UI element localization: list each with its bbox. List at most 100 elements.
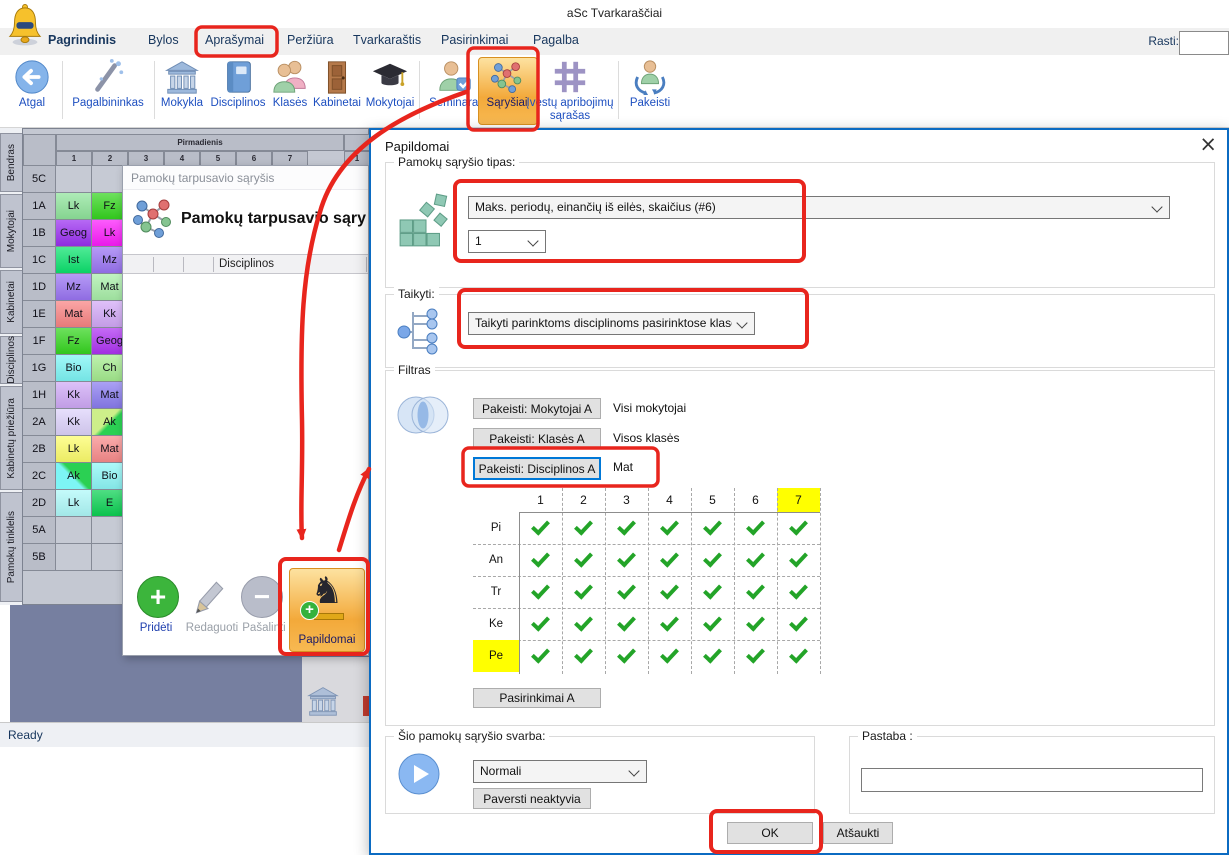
menu-item[interactable]: Aprašymai bbox=[205, 33, 264, 47]
schedule-cell[interactable]: Ak bbox=[56, 463, 92, 490]
note-input[interactable] bbox=[861, 768, 1203, 792]
menu-item[interactable]: Tvarkaraštis bbox=[353, 33, 421, 47]
grid-check-cell[interactable] bbox=[691, 544, 734, 576]
menu-item[interactable]: Pagrindinis bbox=[48, 33, 116, 47]
network-icon bbox=[488, 58, 526, 96]
deactivate-button[interactable]: Paversti neaktyvia bbox=[473, 788, 591, 809]
redaguoti-button bbox=[187, 576, 229, 618]
menu-item[interactable]: Pasirinkimai bbox=[441, 33, 508, 47]
grid-check-cell[interactable] bbox=[562, 544, 605, 576]
toolbar-button-hash[interactable]: Įvestų apribojimų sąrašas bbox=[525, 56, 615, 123]
check-icon bbox=[746, 580, 765, 600]
grid-check-cell[interactable] bbox=[648, 576, 691, 608]
schedule-cell[interactable]: Lk bbox=[56, 193, 92, 220]
toolbar-button-swap[interactable]: Pakeisti bbox=[605, 56, 695, 110]
side-tab-4[interactable]: Disciplinos bbox=[0, 336, 23, 384]
filter-change-button-3[interactable]: Pakeisti: Disciplinos A bbox=[473, 457, 601, 480]
grid-check-cell[interactable] bbox=[605, 576, 648, 608]
grid-check-cell[interactable] bbox=[734, 544, 777, 576]
search-input[interactable] bbox=[1179, 31, 1229, 55]
grid-check-cell[interactable] bbox=[648, 544, 691, 576]
grid-check-cell[interactable] bbox=[734, 512, 777, 544]
filter-change-button-2[interactable]: Pakeisti: Klasės A bbox=[473, 428, 601, 449]
grid-check-cell[interactable] bbox=[648, 640, 691, 672]
schedule-cell[interactable]: Fz bbox=[56, 328, 92, 355]
grid-check-cell[interactable] bbox=[605, 512, 648, 544]
schedule-cell[interactable]: Lk bbox=[56, 490, 92, 517]
grid-check-cell[interactable] bbox=[777, 608, 820, 640]
menu-item[interactable]: Bylos bbox=[148, 33, 179, 47]
grid-check-cell[interactable] bbox=[519, 576, 562, 608]
schedule-cell[interactable]: Geog bbox=[56, 220, 92, 247]
schedule-cell[interactable]: Lk bbox=[56, 436, 92, 463]
pridėti-button[interactable]: + bbox=[137, 576, 179, 618]
schedule-cell[interactable]: Kk bbox=[56, 409, 92, 436]
check-icon bbox=[531, 548, 550, 568]
grid-check-cell[interactable] bbox=[777, 576, 820, 608]
schedule-row-header: 1G bbox=[23, 355, 56, 382]
period-header: 5 bbox=[200, 151, 236, 166]
side-tab-5[interactable]: Kabinetų priežiūra bbox=[0, 386, 23, 490]
period-header: 7 bbox=[272, 151, 308, 166]
grid-check-cell[interactable] bbox=[691, 576, 734, 608]
grid-check-cell[interactable] bbox=[605, 640, 648, 672]
note-group-label: Pastaba : bbox=[858, 729, 917, 743]
schedule-cell[interactable] bbox=[56, 166, 92, 193]
close-icon[interactable]: × bbox=[1199, 132, 1217, 156]
schedule-cell[interactable]: Bio bbox=[56, 355, 92, 382]
schedule-cell[interactable]: Ist bbox=[56, 247, 92, 274]
status-bar: Ready bbox=[0, 722, 369, 747]
menu-item[interactable]: Peržiūra bbox=[287, 33, 334, 47]
schedule-row-header: 5A bbox=[23, 517, 56, 544]
relations-button-label: Pašalinti bbox=[242, 622, 286, 634]
grid-check-cell[interactable] bbox=[648, 512, 691, 544]
grid-check-cell[interactable] bbox=[562, 512, 605, 544]
side-tab-3[interactable]: Kabinetai bbox=[0, 270, 23, 334]
options-a-button[interactable]: Pasirinkimai A bbox=[473, 688, 601, 708]
side-tab-1[interactable]: Bendras bbox=[0, 133, 23, 192]
grid-check-cell[interactable] bbox=[519, 544, 562, 576]
grid-check-cell[interactable] bbox=[519, 608, 562, 640]
grid-check-cell[interactable] bbox=[691, 640, 734, 672]
grid-check-cell[interactable] bbox=[734, 576, 777, 608]
cancel-button[interactable]: Atšaukti bbox=[823, 822, 893, 844]
side-tab-2[interactable]: Mokytojai bbox=[0, 194, 23, 268]
grid-check-cell[interactable] bbox=[562, 608, 605, 640]
relation-type-dropdown[interactable]: Maks. periodų, einančių iš eilės, skaiči… bbox=[468, 196, 1170, 219]
grid-check-cell[interactable] bbox=[734, 608, 777, 640]
apply-group-label: Taikyti: bbox=[394, 287, 439, 301]
filter-change-button-1[interactable]: Pakeisti: Mokytojai A bbox=[473, 398, 601, 419]
grid-check-cell[interactable] bbox=[691, 608, 734, 640]
side-tab-6[interactable]: Pamokų tinklelis bbox=[0, 492, 23, 602]
grid-check-cell[interactable] bbox=[519, 512, 562, 544]
apply-scope-dropdown[interactable]: Taikyti parinktoms disciplinoms pasirink… bbox=[468, 312, 755, 335]
grid-check-cell[interactable] bbox=[562, 576, 605, 608]
back-icon bbox=[13, 58, 51, 96]
ok-button[interactable]: OK bbox=[727, 822, 813, 844]
importance-group-label: Šio pamokų sąryšio svarba: bbox=[394, 729, 550, 743]
schedule-cell[interactable] bbox=[56, 517, 92, 544]
grid-check-cell[interactable] bbox=[734, 640, 777, 672]
chevron-down-icon bbox=[1151, 201, 1163, 213]
schedule-cell[interactable]: Mat bbox=[56, 301, 92, 328]
grid-check-cell[interactable] bbox=[519, 640, 562, 672]
grid-check-cell[interactable] bbox=[691, 512, 734, 544]
grid-check-cell[interactable] bbox=[605, 608, 648, 640]
grid-row-header: Pi bbox=[490, 522, 502, 534]
grid-check-cell[interactable] bbox=[777, 640, 820, 672]
menu-item[interactable]: Pagalba bbox=[533, 33, 579, 47]
schedule-cell[interactable] bbox=[56, 544, 92, 571]
grid-check-cell[interactable] bbox=[648, 608, 691, 640]
relations-list[interactable] bbox=[123, 274, 368, 562]
relations-dialog-title: Pamokų tarpusavio sąryšis bbox=[131, 171, 275, 185]
schedule-cell[interactable]: Kk bbox=[56, 382, 92, 409]
grid-check-cell[interactable] bbox=[777, 512, 820, 544]
count-dropdown[interactable]: 1 bbox=[468, 230, 546, 253]
grid-check-cell[interactable] bbox=[777, 544, 820, 576]
papildomai-button[interactable]: ♞ + Papildomai bbox=[289, 568, 365, 652]
grid-check-cell[interactable] bbox=[605, 544, 648, 576]
schedule-cell[interactable]: Mz bbox=[56, 274, 92, 301]
importance-dropdown[interactable]: Normali bbox=[473, 760, 647, 783]
grid-check-cell[interactable] bbox=[562, 640, 605, 672]
period-header: 1 bbox=[56, 151, 92, 166]
